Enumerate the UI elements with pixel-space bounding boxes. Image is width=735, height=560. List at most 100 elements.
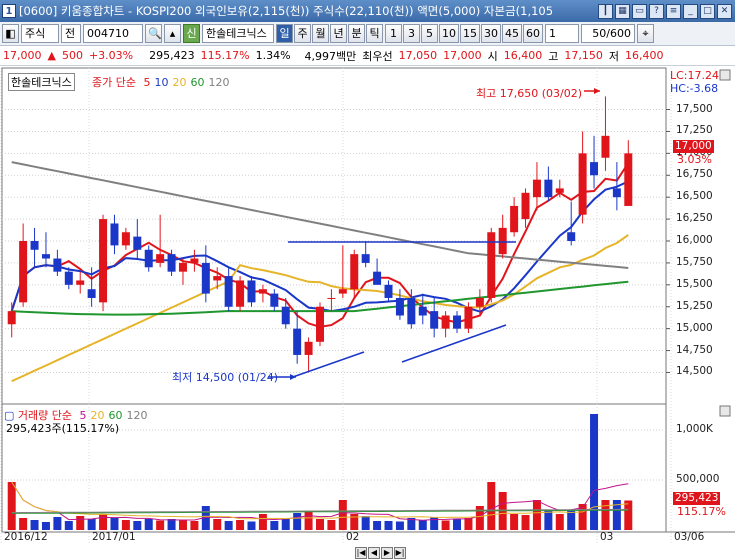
- change-percent: +3.03%: [88, 49, 134, 62]
- turnover: 1.34%: [255, 49, 291, 62]
- scroll-next-icon[interactable]: ▶: [381, 547, 393, 559]
- volume: 295,423: [149, 49, 195, 62]
- volume-bar: [64, 521, 73, 530]
- period-tab[interactable]: 년: [330, 24, 347, 43]
- minimize-icon[interactable]: _: [683, 3, 698, 19]
- high-annotation: 최고 17,650 (03/02): [476, 87, 583, 100]
- panel-toggle-icon[interactable]: ◧: [2, 24, 19, 43]
- interval-button[interactable]: 15: [460, 24, 480, 43]
- candle-body: [544, 179, 553, 198]
- period-tab[interactable]: 틱: [366, 24, 383, 43]
- price-tick-label: 16,500: [676, 190, 713, 203]
- price-tick-label: 16,750: [676, 168, 713, 181]
- stock-chart[interactable]: [0, 66, 735, 560]
- volume-bar: [293, 513, 302, 530]
- price-panel-stock-tag[interactable]: 한솔테크닉스: [8, 73, 75, 91]
- candle-body: [498, 227, 507, 255]
- window-controls: ┃ ▦ ▭? ≡ _ □ ✕: [598, 3, 732, 19]
- price-change: 500: [61, 49, 83, 62]
- candle-body: [441, 315, 450, 329]
- close-icon[interactable]: ✕: [717, 3, 732, 19]
- help-icon[interactable]: ?: [649, 3, 664, 19]
- open-price: 16,400: [503, 49, 543, 62]
- volume-bar: [624, 500, 633, 530]
- interval-button[interactable]: 1: [385, 24, 402, 43]
- open-label: 시: [487, 49, 498, 63]
- period-tab[interactable]: 분: [348, 24, 365, 43]
- candle-body: [76, 280, 85, 285]
- interval-input[interactable]: 1: [545, 24, 579, 43]
- candle-body: [110, 223, 119, 246]
- restore-icon[interactable]: ▭: [632, 3, 647, 19]
- scroll-prev-icon[interactable]: ◀: [368, 547, 380, 559]
- stock-code-input[interactable]: 004710: [83, 24, 143, 43]
- scroll-controls: |◀ ◀ ▶ ▶|: [355, 547, 406, 560]
- volume-tick-label: 500,000: [676, 473, 720, 485]
- ma-legend-item: 120: [208, 76, 230, 89]
- last-volume-box: 295,423: [673, 492, 721, 505]
- candle-body: [316, 306, 324, 342]
- volume-bar: [19, 518, 28, 530]
- candle-body: [99, 219, 108, 303]
- candle-body: [304, 341, 313, 355]
- volume-bar: [510, 514, 519, 530]
- ma-legend-item: 60: [190, 76, 205, 89]
- period-tab[interactable]: 월: [312, 24, 329, 43]
- type-select[interactable]: 전: [61, 24, 81, 43]
- candle-body: [338, 289, 347, 294]
- candle-body: [510, 205, 519, 233]
- search-icon[interactable]: 🔍: [145, 24, 162, 43]
- candle-body: [384, 284, 393, 298]
- period-tab[interactable]: 주: [294, 24, 311, 43]
- price-tick-label: 14,750: [676, 343, 713, 356]
- interval-button[interactable]: 45: [502, 24, 522, 43]
- maximize-icon[interactable]: □: [700, 3, 715, 19]
- interval-button[interactable]: 5: [421, 24, 438, 43]
- price-tick-label: 16,000: [676, 234, 713, 246]
- candle-count[interactable]: 50/600: [581, 24, 635, 43]
- interval-button[interactable]: 60: [523, 24, 543, 43]
- volume-bar: [236, 520, 245, 530]
- volume-summary: 295,423주(115.17%): [6, 422, 120, 435]
- volume-bar: [327, 520, 336, 530]
- volume-bar: [270, 521, 279, 530]
- menu-icon[interactable]: ≡: [666, 3, 681, 19]
- volume-ma-legend-item: 120: [126, 409, 148, 422]
- candle-body: [7, 311, 16, 325]
- candle-body: [361, 254, 370, 263]
- candle-body: [567, 232, 576, 241]
- pin-icon[interactable]: ┃: [598, 3, 613, 19]
- interval-button[interactable]: 30: [481, 24, 501, 43]
- candle-body: [236, 280, 245, 307]
- candle-body: [178, 262, 187, 272]
- favorite-button[interactable]: 신: [183, 24, 200, 43]
- price-ma-title: 종가 단순: [92, 76, 136, 89]
- chevron-up-icon[interactable]: ▴: [164, 24, 181, 43]
- window-icon: 1: [2, 4, 16, 18]
- market-select[interactable]: 주식: [21, 24, 59, 43]
- volume-bar: [247, 521, 256, 530]
- lc-label: LC:17.24: [670, 69, 720, 82]
- candle-body: [190, 258, 199, 263]
- candle-body: [64, 271, 73, 285]
- candle-body: [156, 254, 165, 263]
- ma-legend-item: 5: [143, 76, 151, 89]
- volume-ratio: 115.17%: [200, 49, 250, 62]
- interval-button[interactable]: 10: [439, 24, 459, 43]
- menu-icon[interactable]: ⌖: [637, 24, 654, 43]
- candle-body: [247, 280, 256, 303]
- candle-count-total: /600: [606, 27, 631, 40]
- stock-name: 한솔테크닉스: [202, 24, 274, 43]
- interval-buttons: 1 3 5 10 15 30 45 60: [385, 24, 543, 43]
- period-tab[interactable]: 일: [276, 24, 293, 43]
- candle-body: [327, 297, 336, 299]
- volume-bar: [418, 520, 427, 530]
- scroll-last-icon[interactable]: ▶|: [394, 547, 406, 559]
- scroll-first-icon[interactable]: |◀: [355, 547, 367, 559]
- candle-body: [453, 315, 462, 329]
- volume-bar: [361, 516, 370, 530]
- interval-button[interactable]: 3: [403, 24, 420, 43]
- chart-icon[interactable]: ▦: [615, 3, 630, 19]
- volume-bar: [532, 500, 541, 530]
- price-tick-label: 17,500: [676, 102, 713, 115]
